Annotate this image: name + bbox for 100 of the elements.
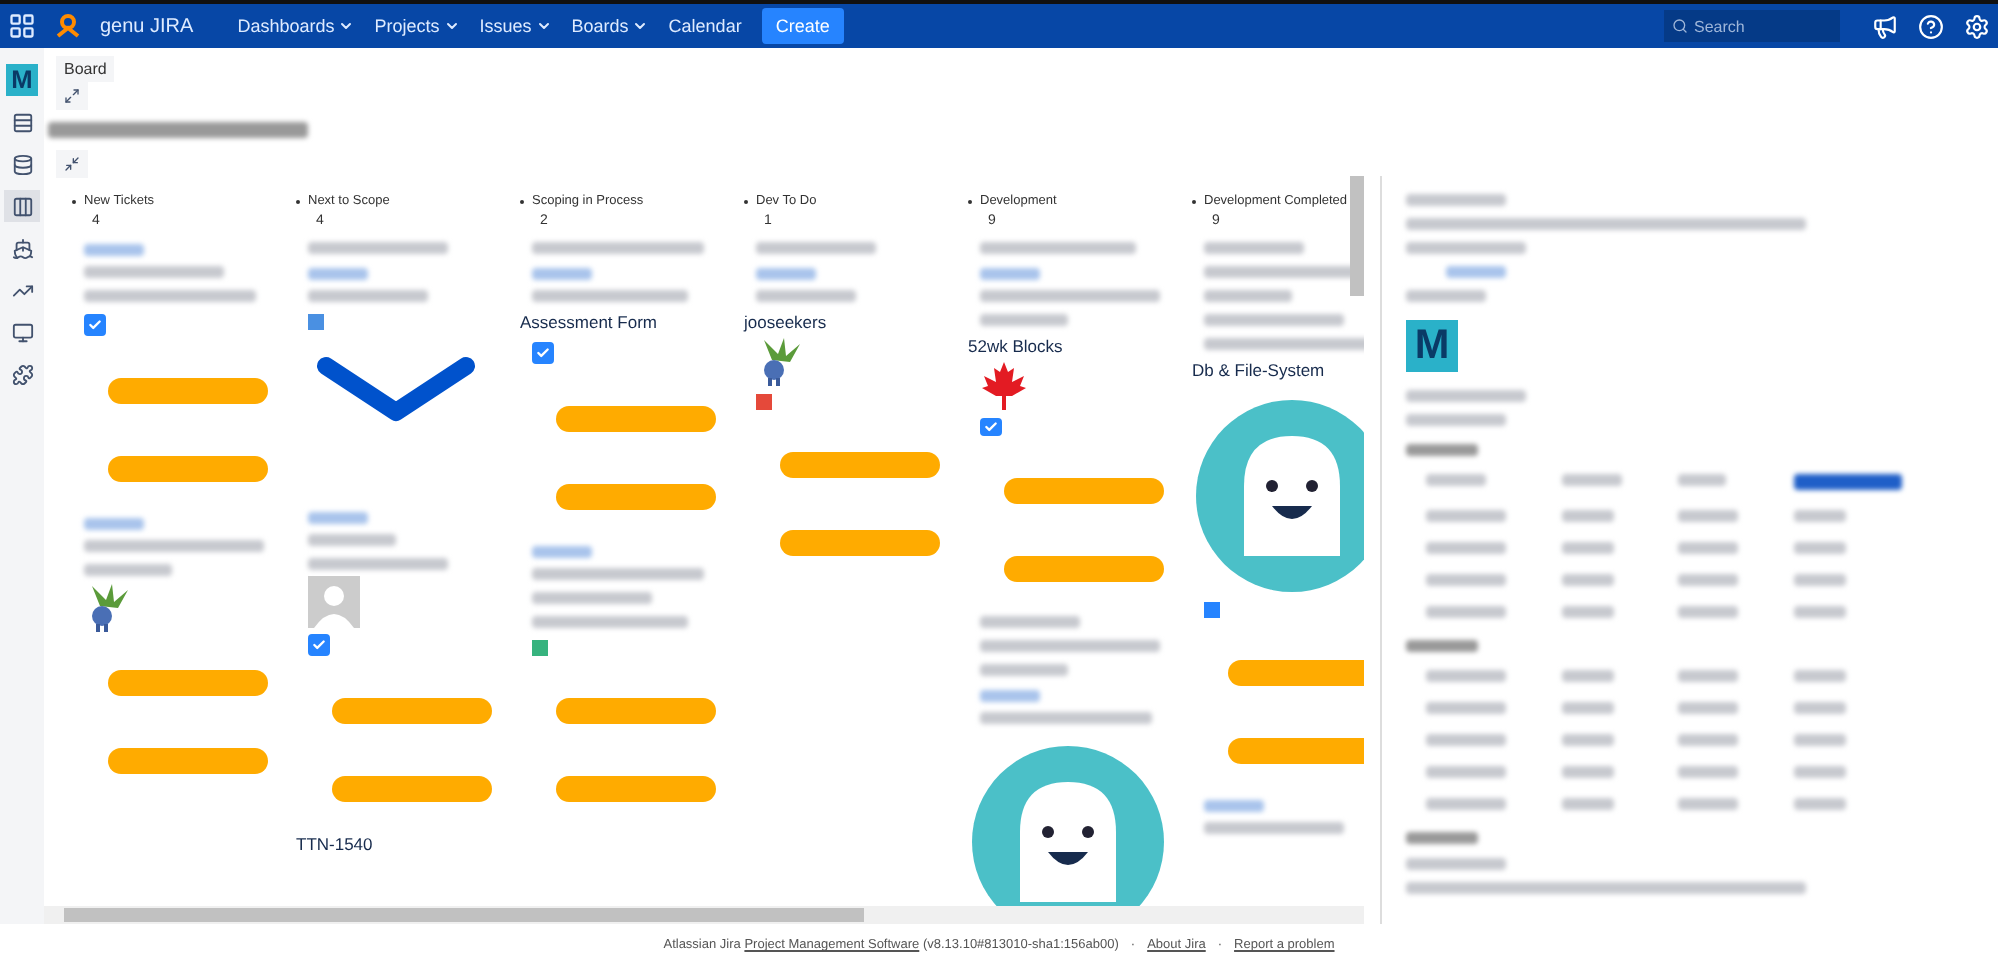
scrollbar-track[interactable] <box>44 906 1364 924</box>
redacted-line <box>1678 798 1738 810</box>
redacted-line <box>1794 766 1846 778</box>
redacted-heading[interactable] <box>1406 640 1478 652</box>
redacted-line <box>1426 542 1506 554</box>
checkbox[interactable] <box>532 342 554 364</box>
checkmark-icon <box>312 638 326 652</box>
redacted-line <box>1678 574 1738 586</box>
redacted-line <box>1678 702 1738 714</box>
redacted-line <box>1562 510 1614 522</box>
redacted-line <box>1426 766 1506 778</box>
nav-menu[interactable]: Issues <box>479 16 552 36</box>
card-text: Assessment Form <box>520 312 659 332</box>
backlog-icon <box>11 111 33 133</box>
redacted-line <box>1406 858 1506 870</box>
redacted-line <box>1678 734 1738 746</box>
collapse-button[interactable] <box>56 150 88 178</box>
help-icon[interactable] <box>1918 13 1944 39</box>
redacted-line <box>1406 290 1486 302</box>
redacted-line <box>1562 766 1614 778</box>
redacted-line <box>84 266 224 278</box>
checkbox[interactable] <box>308 634 330 656</box>
redacted-line <box>1406 194 1506 206</box>
redacted-line <box>1562 574 1614 586</box>
redacted-line <box>1426 474 1486 486</box>
card-text: Db & File-System <box>1192 360 1327 380</box>
stack-icon <box>11 153 33 175</box>
maple-leaf-icon <box>980 360 1028 412</box>
redacted-line <box>532 592 652 604</box>
redacted-line <box>1794 542 1846 554</box>
breadcrumb[interactable]: Board <box>56 56 115 82</box>
redacted-line <box>1678 606 1738 618</box>
redacted-line <box>1426 574 1506 586</box>
search-icon <box>1672 18 1688 34</box>
checkmark-icon <box>536 346 550 360</box>
card-text: 52wk Blocks <box>968 336 1065 356</box>
redacted-line <box>1406 390 1526 402</box>
redacted-line <box>1204 314 1344 326</box>
status-button[interactable] <box>1794 474 1902 490</box>
card-text: jooseekers <box>744 312 829 332</box>
redacted-line <box>1562 734 1614 746</box>
nav-menu[interactable]: Dashboards <box>237 16 355 36</box>
caret-icon <box>535 18 552 34</box>
releases-icon <box>11 237 33 259</box>
search-field[interactable]: Search <box>1664 10 1840 42</box>
redacted-line <box>1678 766 1738 778</box>
checkbox[interactable] <box>84 314 106 336</box>
project-avatar[interactable]: M <box>6 64 38 96</box>
nav-menu[interactable]: Boards <box>571 16 649 36</box>
redacted-line <box>1406 242 1526 254</box>
product-name[interactable]: genu JIRA <box>100 15 194 37</box>
caret-icon <box>632 18 649 34</box>
avatar-icon <box>308 576 360 628</box>
chevron-icon <box>316 356 476 424</box>
redacted-line <box>1426 606 1506 618</box>
redacted-line <box>308 534 396 546</box>
redacted-heading[interactable] <box>1406 832 1478 844</box>
redacted-line <box>1562 670 1614 682</box>
collapse-icon <box>64 156 80 172</box>
redacted-line <box>1794 734 1846 746</box>
megaphone-icon[interactable] <box>1872 13 1898 39</box>
addons-icon <box>11 363 33 385</box>
redacted-line <box>1794 702 1846 714</box>
redacted-line <box>1426 510 1506 522</box>
expand-button[interactable] <box>56 82 88 110</box>
redacted-line <box>980 314 1068 326</box>
redacted-line <box>1204 242 1304 254</box>
settings-icon[interactable] <box>1964 13 1990 39</box>
redacted-line <box>1794 574 1846 586</box>
redacted-line <box>1678 670 1738 682</box>
redacted-line <box>1426 670 1506 682</box>
redacted-line <box>1678 474 1726 486</box>
card-text: TTN-1540 <box>296 834 375 854</box>
redacted-line <box>308 290 428 302</box>
redacted-line <box>1794 798 1846 810</box>
redacted-line <box>1562 606 1614 618</box>
sidebar-item[interactable] <box>4 190 40 222</box>
scrollbar[interactable] <box>1350 176 1364 296</box>
display-icon <box>11 321 33 343</box>
redacted-line <box>1678 542 1738 554</box>
redacted-line <box>1426 702 1506 714</box>
create-button[interactable]: Create <box>761 8 844 44</box>
redacted-line <box>1562 474 1622 486</box>
redacted-line <box>1794 510 1846 522</box>
redacted-heading[interactable] <box>1406 444 1478 456</box>
redacted-line <box>1562 798 1614 810</box>
redacted-line <box>1426 734 1506 746</box>
redacted-line <box>1794 606 1846 618</box>
app-switcher-icon[interactable] <box>8 12 36 40</box>
expand-icon <box>64 88 80 104</box>
nav-menu[interactable]: Calendar <box>668 16 742 36</box>
redacted-line <box>756 290 856 302</box>
nav-menu[interactable]: Projects <box>374 16 460 36</box>
redacted-line <box>1678 510 1738 522</box>
redacted-line <box>84 564 172 576</box>
redacted-line <box>1406 414 1506 426</box>
redacted-line <box>1562 702 1614 714</box>
redacted-line <box>756 242 876 254</box>
logo-icon <box>56 14 80 38</box>
checkbox[interactable] <box>980 418 1002 436</box>
